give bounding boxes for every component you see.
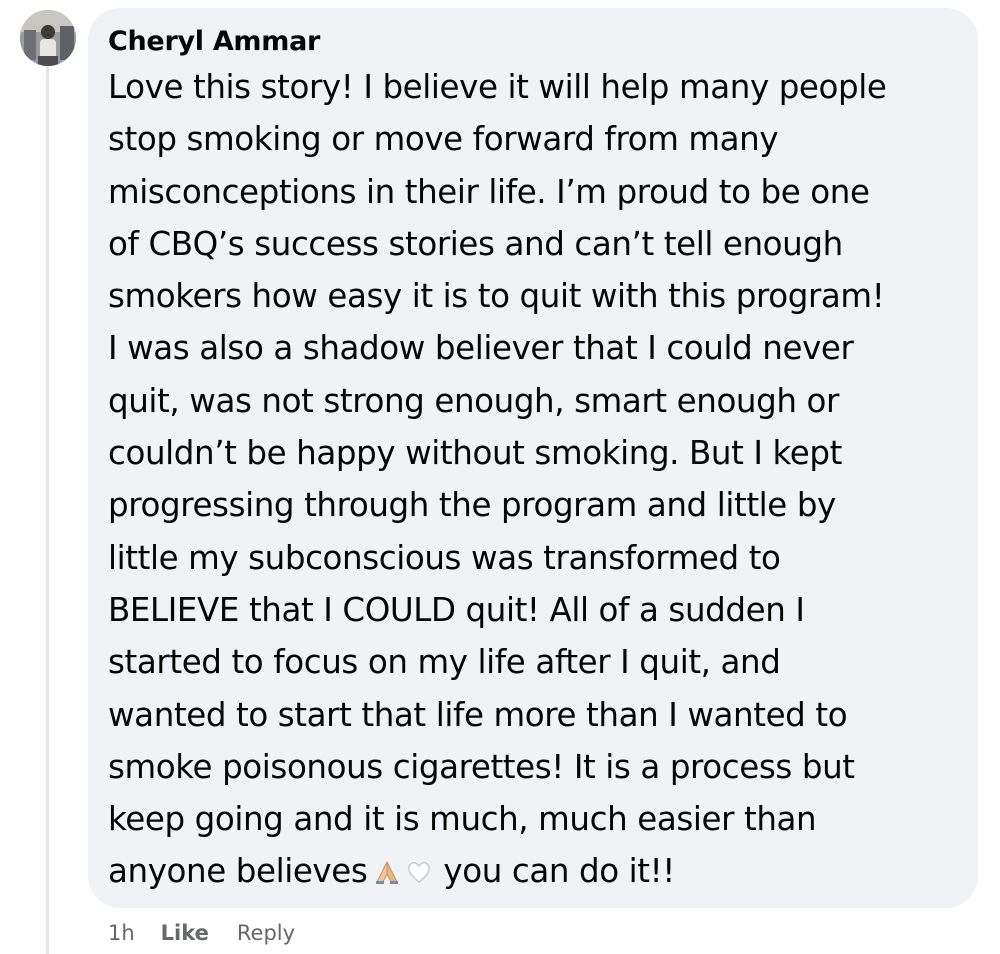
comment-line: smoke poisonous cigarettes! It is a proc… [108, 747, 855, 786]
comment-line: wanted to start that life more than I wa… [108, 695, 848, 734]
comment-line: of CBQ’s success stories and can’t tell … [108, 224, 843, 263]
folded-hands-icon [373, 849, 401, 901]
comment-text-after-emoji: you can do it!! [443, 852, 675, 891]
avatar[interactable] [20, 10, 76, 66]
comment-line: Love this story! I believe it will help … [108, 68, 887, 106]
comment-line: misconceptions in their life. I’m proud … [108, 172, 870, 211]
comment-line: stop smoking or move forward from many [108, 120, 779, 159]
comment-author[interactable]: Cheryl Ammar [108, 24, 958, 60]
thread-line [46, 66, 49, 954]
comment-bubble: Cheryl Ammar Love this story! I believe … [88, 8, 978, 908]
reply-button[interactable]: Reply [237, 921, 295, 945]
comment-line: I was also a shadow believer that I coul… [108, 329, 854, 368]
like-button[interactable]: Like [161, 921, 209, 945]
comment-line: BELIEVE that I COULD quit! All of a sudd… [108, 590, 805, 629]
comment-line: progressing through the program and litt… [108, 486, 836, 525]
comment-text-before-emoji: anyone believes [108, 852, 368, 891]
avatar-photo-icon [20, 10, 76, 66]
comment-line-last: anyone believes you can do it!! [108, 845, 968, 901]
comment-text: Love this story! I believe it will help … [108, 61, 968, 902]
comment-line: started to focus on my life after I quit… [108, 643, 781, 682]
comment-line: little my subconscious was transformed t… [108, 538, 781, 577]
comment-line: quit, was not strong enough, smart enoug… [108, 381, 839, 420]
white-heart-icon [405, 849, 433, 901]
comment-timestamp[interactable]: 1h [108, 921, 135, 945]
comment-actions: 1h Like Reply [108, 916, 323, 950]
comment-line: couldn’t be happy without smoking. But I… [108, 434, 842, 473]
comment-line: keep going and it is much, much easier t… [108, 800, 817, 839]
comment-line: smokers how easy it is to quit with this… [108, 277, 885, 316]
